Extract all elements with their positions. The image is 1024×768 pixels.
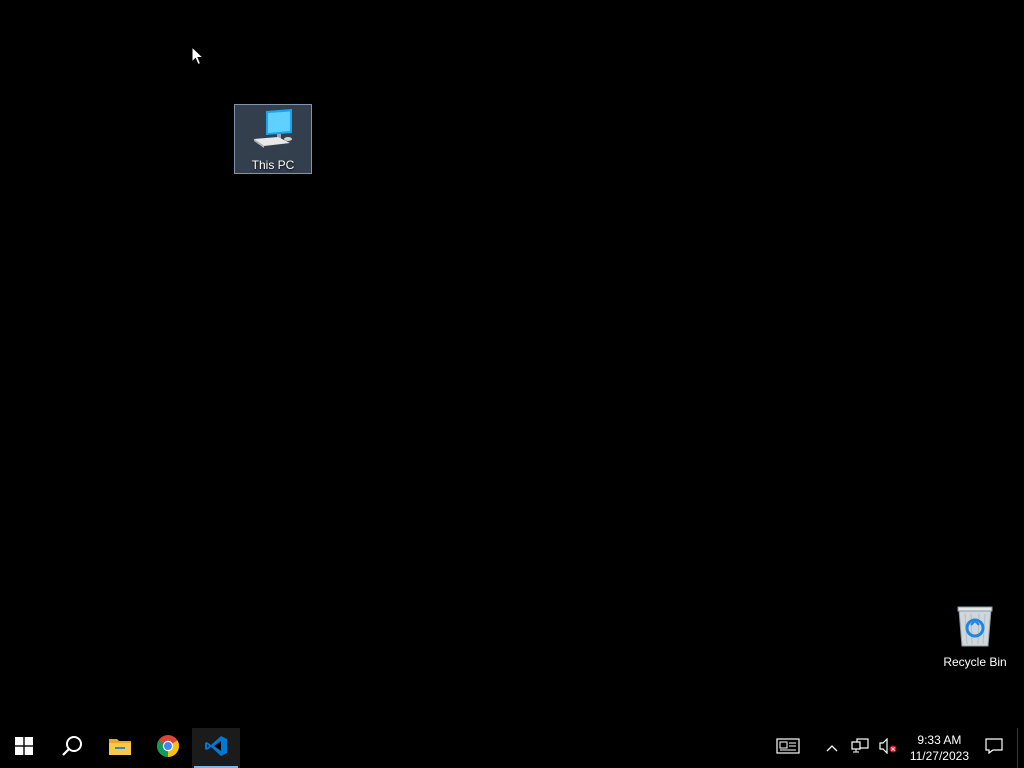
- chrome-icon: [156, 734, 180, 763]
- news-widget-button[interactable]: [766, 728, 810, 768]
- taskbar: 9:33 AM 11/27/2023: [0, 728, 1024, 768]
- clock-time: 9:33 AM: [917, 733, 962, 747]
- windows-logo-icon: [15, 736, 33, 760]
- show-hidden-icons-button[interactable]: [818, 728, 846, 768]
- volume-button[interactable]: [874, 728, 902, 768]
- network-icon: [851, 737, 869, 759]
- recycle-bin-icon: [953, 604, 997, 653]
- search-button[interactable]: [48, 728, 96, 768]
- desktop-icon-label: Recycle Bin: [943, 655, 1007, 669]
- desktop-icon-recycle-bin[interactable]: Recycle Bin: [936, 600, 1014, 670]
- start-button[interactable]: [0, 728, 48, 768]
- system-tray: 9:33 AM 11/27/2023: [766, 728, 1024, 768]
- chevron-up-icon: [826, 739, 838, 757]
- taskbar-file-explorer[interactable]: [96, 728, 144, 768]
- vscode-icon: [204, 734, 228, 763]
- volume-muted-icon: [879, 737, 897, 759]
- network-button[interactable]: [846, 728, 874, 768]
- folder-icon: [108, 736, 132, 761]
- desktop-icon-label: This PC: [251, 158, 295, 172]
- news-widget-icon: [776, 737, 800, 759]
- taskbar-clock[interactable]: 9:33 AM 11/27/2023: [902, 728, 977, 768]
- action-center-button[interactable]: [977, 728, 1011, 768]
- search-icon: [61, 735, 83, 762]
- desktop[interactable]: This PC Recycle Bin: [0, 0, 1024, 728]
- taskbar-chrome[interactable]: [144, 728, 192, 768]
- desktop-icon-this-pc[interactable]: This PC: [234, 104, 312, 174]
- show-desktop-button[interactable]: [1017, 728, 1024, 768]
- taskbar-vscode[interactable]: [192, 728, 240, 768]
- clock-date: 11/27/2023: [909, 749, 969, 763]
- this-pc-icon: [250, 109, 296, 156]
- mouse-cursor-icon: [191, 45, 205, 71]
- notification-icon: [985, 737, 1003, 759]
